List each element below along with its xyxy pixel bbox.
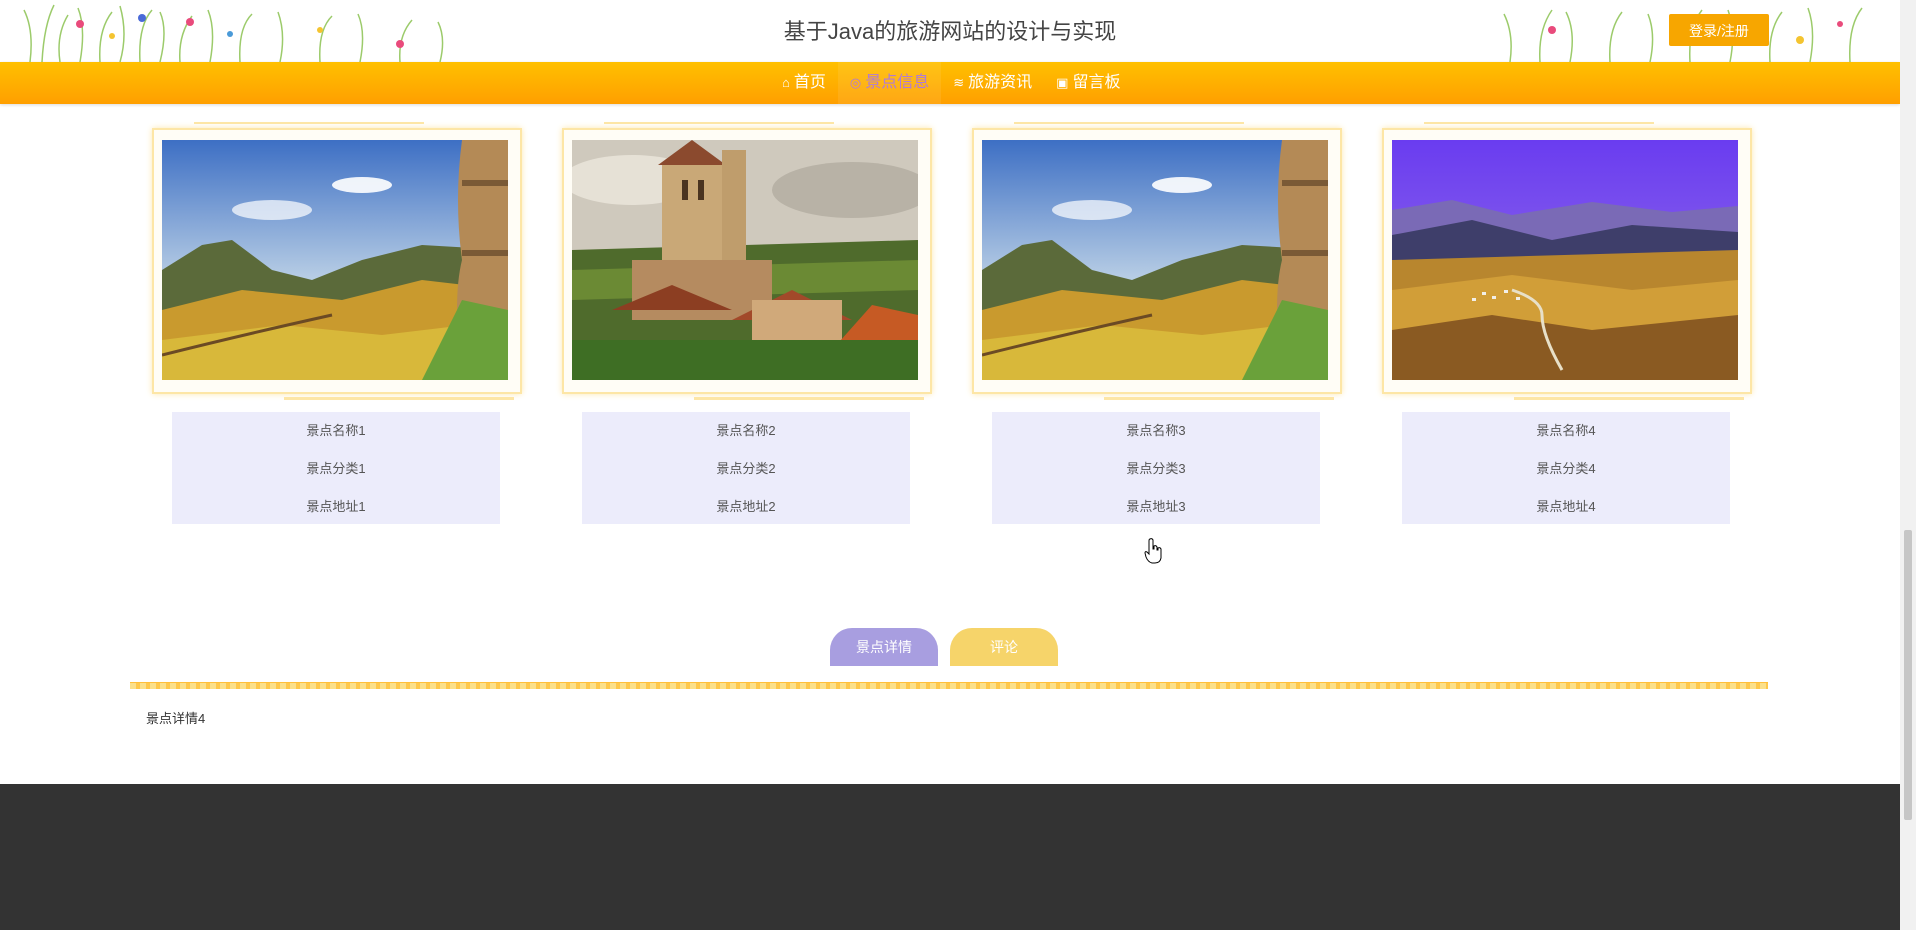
attraction-name[interactable]: 景点名称2: [582, 412, 910, 450]
attraction-address: 景点地址4: [1536, 499, 1596, 514]
attraction-info: 景点名称3 景点分类3 景点地址3: [992, 412, 1320, 524]
attraction-name[interactable]: 景点名称1: [172, 412, 500, 450]
nav-item-message-board[interactable]: ▣ 留言板: [1044, 62, 1132, 104]
attraction-card[interactable]: 景点名称2 景点分类2 景点地址2: [562, 122, 932, 528]
nav-item-travel-news[interactable]: ≋ 旅游资讯: [941, 62, 1044, 104]
vertical-scrollbar[interactable]: [1900, 0, 1916, 930]
attraction-info: 景点名称2 景点分类2 景点地址2: [582, 412, 910, 524]
nav-item-home[interactable]: ⌂ 首页: [770, 62, 838, 104]
attraction-category: 景点分类1: [306, 461, 366, 476]
attraction-address: 景点地址3: [1126, 499, 1186, 514]
layers-icon: ≋: [953, 75, 965, 90]
scrollbar-thumb[interactable]: [1904, 530, 1912, 820]
attraction-info: 景点名称1 景点分类1 景点地址1: [172, 412, 500, 524]
attraction-card[interactable]: 景点名称3 景点分类3 景点地址3: [972, 122, 1342, 528]
attraction-photo[interactable]: [1392, 140, 1738, 380]
tab-comment[interactable]: 评论: [950, 628, 1058, 666]
nav-item-label: 景点信息: [865, 74, 930, 91]
location-icon: ◎: [849, 75, 862, 90]
message-icon: ▣: [1056, 75, 1069, 90]
nav-item-attractions[interactable]: ◎ 景点信息: [837, 62, 942, 104]
main-nav: ⌂ 首页 ◎ 景点信息 ≋ 旅游资讯 ▣ 留言板: [0, 62, 1900, 104]
nav-items: ⌂ 首页 ◎ 景点信息 ≋ 旅游资讯 ▣ 留言板: [770, 62, 1132, 104]
nav-item-label: 留言板: [1072, 74, 1121, 91]
attraction-info: 景点名称4 景点分类4 景点地址4: [1402, 412, 1730, 524]
attraction-name[interactable]: 景点名称3: [992, 412, 1320, 450]
attraction-address: 景点地址2: [716, 499, 776, 514]
attraction-photo[interactable]: [572, 140, 918, 380]
attraction-card[interactable]: 景点名称4 景点分类4 景点地址4: [1382, 122, 1752, 528]
attraction-name[interactable]: 景点名称4: [1402, 412, 1730, 450]
image-frame: [1382, 122, 1752, 400]
login-register-button[interactable]: 登录/注册: [1669, 14, 1769, 46]
attraction-address: 景点地址1: [306, 499, 366, 514]
home-icon: ⌂: [782, 75, 790, 90]
image-frame: [972, 122, 1342, 400]
site-footer: [0, 784, 1900, 930]
attraction-photo[interactable]: [982, 140, 1328, 380]
attraction-category: 景点分类4: [1536, 461, 1596, 476]
attraction-photo[interactable]: [162, 140, 508, 380]
nav-item-label: 首页: [793, 74, 826, 91]
attraction-category: 景点分类3: [1126, 461, 1186, 476]
tab-divider: [130, 682, 1768, 689]
site-header: 基于Java的旅游网站的设计与实现 登录/注册: [0, 0, 1900, 62]
image-frame: [562, 122, 932, 400]
tab-attraction-detail[interactable]: 景点详情: [830, 628, 938, 666]
attraction-card[interactable]: 景点名称1 景点分类1 景点地址1: [152, 122, 522, 528]
hand-cursor-icon: [1144, 538, 1162, 564]
attraction-category: 景点分类2: [716, 461, 776, 476]
nav-item-label: 旅游资讯: [968, 74, 1033, 91]
image-frame: [152, 122, 522, 400]
attraction-detail-text: 景点详情4: [146, 711, 206, 726]
